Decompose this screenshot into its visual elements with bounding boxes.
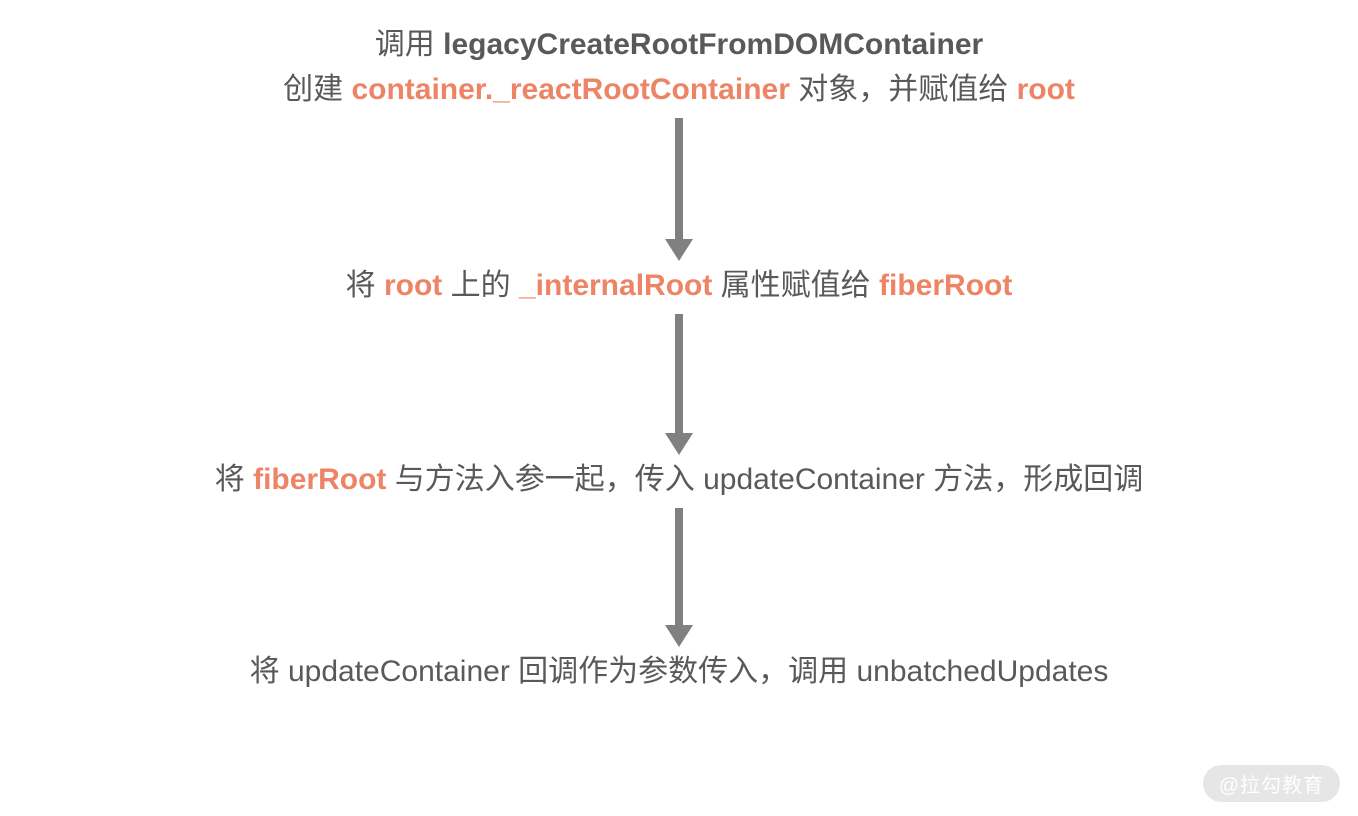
step-4-text: 将 updateContainer 回调作为参数传入，调用 unbatchedU… [250,655,1109,688]
step-3-prefix: 将 [215,463,253,496]
step-1-line1-code: legacyCreateRootFromDOMContainer [443,28,983,61]
arrow-down-icon [665,625,693,647]
arrow-3 [665,508,693,647]
arrow-2 [665,314,693,455]
arrow-down-icon [665,433,693,455]
watermark-badge: @拉勾教育 [1203,765,1340,802]
step-2-hl2: _internalRoot [519,269,712,302]
arrow-1-shaft [675,118,683,240]
arrow-down-icon [665,239,693,261]
step-1: 调用 legacyCreateRootFromDOMContainer 创建 c… [283,22,1075,112]
arrow-3-shaft [675,508,683,626]
step-1-hl2: root [1017,73,1075,106]
step-3-rest: 与方法入参一起，传入 updateContainer 方法，形成回调 [386,463,1143,496]
arrow-1 [665,118,693,261]
step-1-line2: 创建 container._reactRootContainer 对象，并赋值给… [283,67,1075,112]
step-4: 将 updateContainer 回调作为参数传入，调用 unbatchedU… [250,649,1109,694]
step-2-mid1: 上的 [442,269,519,302]
step-3: 将 fiberRoot 与方法入参一起，传入 updateContainer 方… [215,457,1144,502]
step-2-prefix: 将 [346,269,384,302]
step-3-hl1: fiberRoot [253,463,386,496]
step-2-mid2: 属性赋值给 [712,269,879,302]
step-1-line1: 调用 legacyCreateRootFromDOMContainer [283,22,1075,67]
step-1-line1-prefix: 调用 [375,28,443,61]
step-2-hl1: root [384,269,442,302]
step-1-hl1: container._reactRootContainer [351,73,789,106]
step-1-line2-mid: 对象，并赋值给 [790,73,1017,106]
step-1-line2-prefix: 创建 [283,73,351,106]
arrow-2-shaft [675,314,683,434]
step-2: 将 root 上的 _internalRoot 属性赋值给 fiberRoot [346,263,1013,308]
step-2-hl3: fiberRoot [879,269,1012,302]
